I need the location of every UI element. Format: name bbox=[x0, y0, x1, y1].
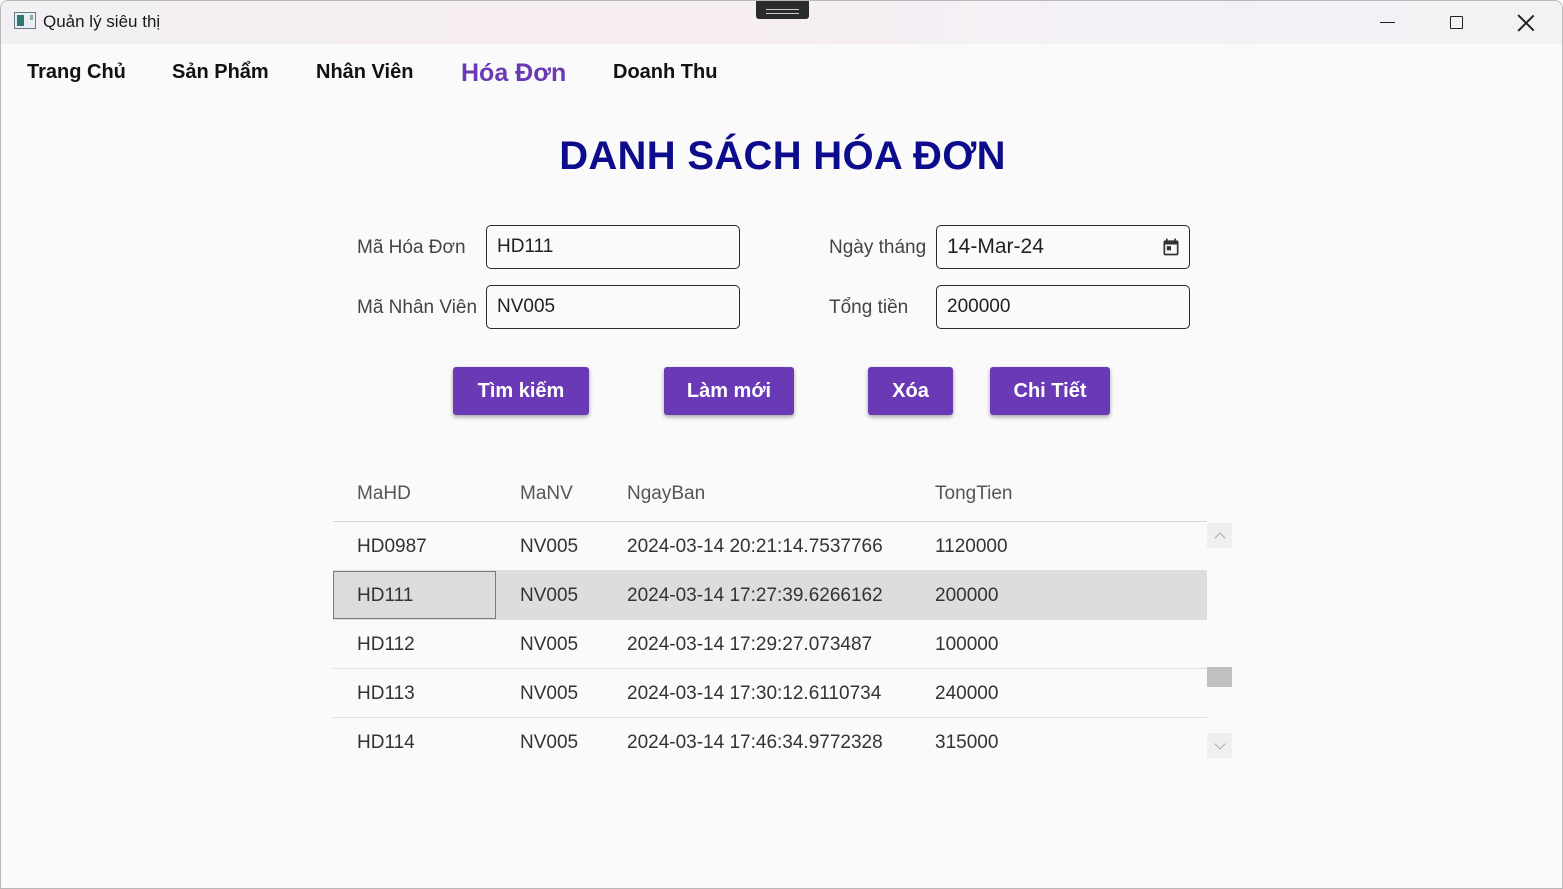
cell-manv: NV005 bbox=[520, 634, 579, 655]
cell-manv: NV005 bbox=[520, 683, 579, 704]
scroll-up-arrow-icon[interactable] bbox=[1207, 523, 1232, 548]
calendar-icon[interactable] bbox=[1161, 237, 1181, 257]
app-icon bbox=[14, 12, 36, 29]
tong-tien-input[interactable] bbox=[936, 285, 1190, 329]
column-header-tongtien[interactable]: TongTien bbox=[935, 483, 1012, 505]
main-nav: Trang Chủ Sản Phẩm Nhân Viên Hóa Đơn Doa… bbox=[1, 59, 1562, 91]
cell-mahd: HD113 bbox=[357, 683, 415, 704]
cell-tongtien: 315000 bbox=[935, 732, 999, 753]
cell-mahd: HD0987 bbox=[357, 536, 427, 557]
column-header-ngayban[interactable]: NgayBan bbox=[627, 483, 705, 505]
cell-tongtien: 240000 bbox=[935, 683, 999, 704]
table-row[interactable]: HD112 NV005 2024-03-14 17:29:27.073487 1… bbox=[333, 620, 1207, 669]
nav-item-doanh-thu[interactable]: Doanh Thu bbox=[613, 61, 717, 84]
tong-tien-label: Tổng tiền bbox=[829, 297, 909, 318]
cell-manv: NV005 bbox=[520, 732, 579, 753]
snap-grip-handle[interactable] bbox=[756, 1, 809, 19]
nav-item-hoa-don[interactable]: Hóa Đơn bbox=[461, 59, 566, 88]
ngay-thang-label: Ngày tháng bbox=[829, 237, 927, 258]
nav-item-san-pham[interactable]: Sản Phẩm bbox=[172, 61, 269, 84]
column-header-manv[interactable]: MaNV bbox=[520, 483, 573, 505]
cell-ngayban: 2024-03-14 17:27:39.6266162 bbox=[627, 585, 883, 606]
column-header-mahd[interactable]: MaHD bbox=[357, 483, 411, 505]
app-window: Quản lý siêu thị Trang Chủ Sản Phẩm Nhân… bbox=[0, 0, 1563, 889]
scroll-down-arrow-icon[interactable] bbox=[1207, 733, 1232, 758]
nav-item-trang-chu[interactable]: Trang Chủ bbox=[27, 61, 126, 84]
invoice-table[interactable]: MaHD MaNV NgayBan TongTien HD0987 NV005 … bbox=[333, 471, 1233, 761]
title-bar: Quản lý siêu thị bbox=[1, 1, 1562, 44]
cell-tongtien: 1120000 bbox=[935, 536, 1008, 557]
close-button[interactable] bbox=[1492, 1, 1560, 44]
minimize-icon bbox=[1379, 22, 1395, 23]
ngay-thang-date-picker[interactable] bbox=[936, 225, 1190, 269]
cell-mahd: HD114 bbox=[357, 732, 415, 753]
ma-nhan-vien-input[interactable] bbox=[486, 285, 740, 329]
detail-button[interactable]: Chi Tiết bbox=[990, 367, 1110, 415]
cell-tongtien: 200000 bbox=[935, 585, 999, 606]
maximize-button[interactable] bbox=[1422, 1, 1490, 44]
ma-nhan-vien-label: Mã Nhân Viên bbox=[357, 297, 478, 318]
minimize-button[interactable] bbox=[1353, 1, 1421, 44]
window-title: Quản lý siêu thị bbox=[43, 12, 161, 31]
search-button[interactable]: Tìm kiếm bbox=[453, 367, 589, 415]
cell-manv: NV005 bbox=[520, 585, 579, 606]
refresh-button[interactable]: Làm mới bbox=[664, 367, 794, 415]
ma-hoa-don-input[interactable] bbox=[486, 225, 740, 269]
page-title: DANH SÁCH HÓA ĐƠN bbox=[559, 134, 1006, 178]
cell-ngayban: 2024-03-14 17:46:34.9772328 bbox=[627, 732, 883, 753]
table-row-selected[interactable]: HD111 NV005 2024-03-14 17:27:39.6266162 … bbox=[333, 571, 1207, 620]
close-icon bbox=[1517, 14, 1535, 32]
cell-manv: NV005 bbox=[520, 536, 579, 557]
cell-mahd: HD111 bbox=[357, 585, 414, 606]
table-row[interactable]: HD114 NV005 2024-03-14 17:46:34.9772328 … bbox=[333, 718, 1207, 767]
nav-item-nhan-vien[interactable]: Nhân Viên bbox=[316, 61, 413, 84]
cell-ngayban: 2024-03-14 17:29:27.073487 bbox=[627, 634, 873, 655]
delete-button[interactable]: Xóa bbox=[868, 367, 953, 415]
maximize-icon bbox=[1449, 16, 1463, 29]
table-row[interactable]: HD113 NV005 2024-03-14 17:30:12.6110734 … bbox=[333, 669, 1207, 718]
vertical-scrollbar-thumb[interactable] bbox=[1207, 667, 1232, 687]
table-row[interactable]: HD0987 NV005 2024-03-14 20:21:14.7537766… bbox=[333, 522, 1207, 571]
cell-mahd: HD112 bbox=[357, 634, 415, 655]
cell-ngayban: 2024-03-14 17:30:12.6110734 bbox=[627, 683, 882, 704]
cell-tongtien: 100000 bbox=[935, 634, 999, 655]
cell-ngayban: 2024-03-14 20:21:14.7537766 bbox=[627, 536, 883, 557]
ma-hoa-don-label: Mã Hóa Đơn bbox=[357, 237, 466, 258]
